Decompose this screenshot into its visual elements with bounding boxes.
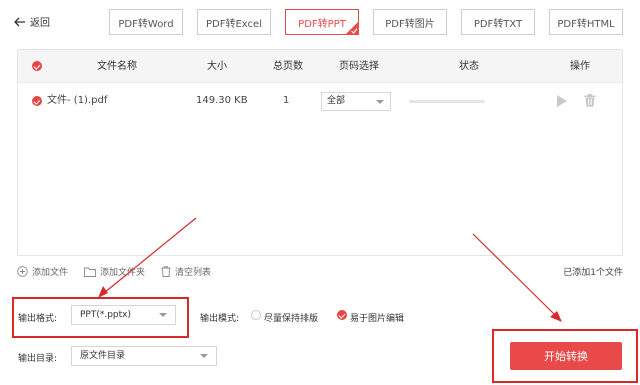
tab-pdf-to-image[interactable]: PDF转图片 [373,9,447,35]
tab-pdf-to-excel[interactable]: PDF转Excel [197,9,271,35]
output-dir-dropdown[interactable]: 原文件目录 [71,346,217,366]
status-progress-bar [409,100,485,103]
output-dir-label: 输出目录: [18,354,58,364]
mode-keep-layout-radio[interactable] [251,310,261,320]
chevron-down-icon [200,354,208,358]
page-select-value: 全部 [327,96,346,106]
file-actions: 添加文件 添加文件夹 清空列表 [17,265,211,278]
trash-icon[interactable] [584,94,596,107]
selected-check-icon [345,21,359,35]
trash-icon [161,266,171,277]
tab-label: PDF转Excel [206,18,262,30]
table-header: 文件名称 大小 总页数 页码选择 状态 操作 [18,50,622,83]
tab-label: PDF转HTML [557,18,615,30]
tab-pdf-to-html[interactable]: PDF转HTML [549,9,623,35]
column-header: 页码选择 [339,61,379,72]
tab-label: PDF转Word [118,18,174,30]
column-header: 文件名称 [97,61,137,72]
file-size: 149.30 KB [196,95,248,106]
back-label: 返回 [30,18,50,29]
clear-list-label: 清空列表 [175,268,212,278]
annotation-box-output-format [12,297,189,338]
mode-image-edit-label: 易于图片编辑 [350,314,405,324]
add-file-label: 添加文件 [32,268,69,278]
chevron-down-icon [376,99,384,104]
add-file-button[interactable]: 添加文件 [17,265,68,278]
file-count-text: 已添加1个文件 [563,268,623,278]
page-select-dropdown[interactable]: 全部 [321,92,391,111]
select-all-checkbox[interactable] [32,61,42,71]
page-count: 1 [283,95,290,106]
tab-pdf-to-ppt[interactable]: PDF转PPT [285,9,359,35]
folder-icon [84,267,96,277]
output-mode-label: 输出模式: [200,314,240,324]
tab-pdf-to-word[interactable]: PDF转Word [109,9,183,35]
mode-keep-layout-label: 尽量保持排版 [264,314,319,324]
top-bar: 返回 PDF转Word PDF转Excel PDF转PPT PDF转图片 PDF… [0,0,640,45]
add-folder-button[interactable]: 添加文件夹 [84,265,145,278]
file-table: 文件名称 大小 总页数 页码选择 状态 操作 文件- (1).pdf 149.3… [17,49,623,256]
column-header: 总页数 [273,61,303,72]
arrow-left-icon [14,17,25,26]
play-icon[interactable] [557,95,567,107]
row-checkbox[interactable] [32,96,42,106]
tab-pdf-to-txt[interactable]: PDF转TXT [461,9,535,35]
annotation-box-start-button [492,329,638,383]
table-row: 文件- (1).pdf 149.30 KB 1 全部 [18,83,622,119]
back-button[interactable]: 返回 [14,14,50,29]
column-header: 大小 [207,61,227,72]
plus-circle-icon [17,266,28,277]
mode-image-edit-radio[interactable] [337,310,347,320]
clear-list-button[interactable]: 清空列表 [161,265,211,278]
column-header: 状态 [459,61,479,72]
column-header: 操作 [570,61,590,72]
add-folder-label: 添加文件夹 [100,268,146,278]
file-name: 文件- (1).pdf [47,95,108,106]
tab-label: PDF转TXT [473,18,523,30]
output-dir-value: 原文件目录 [80,351,126,361]
tab-label: PDF转PPT [298,18,346,30]
tab-label: PDF转图片 [385,18,435,30]
